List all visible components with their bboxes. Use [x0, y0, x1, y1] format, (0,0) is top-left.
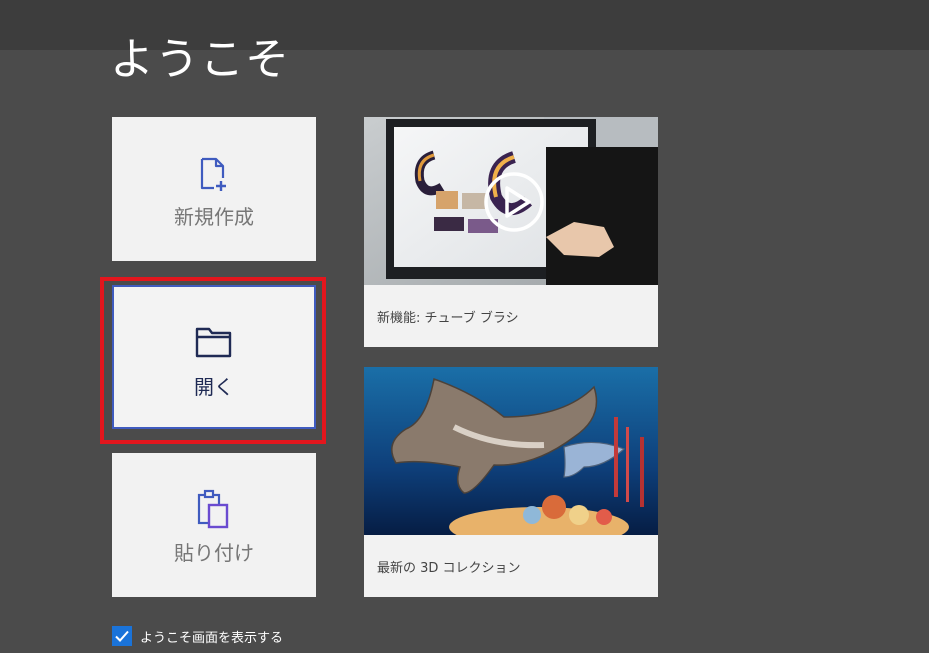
paste-label: 貼り付け [174, 541, 254, 565]
show-welcome-option[interactable]: ようこそ画面を表示する [112, 626, 283, 646]
folder-icon [114, 325, 314, 359]
new-label: 新規作成 [174, 205, 254, 229]
play-icon [486, 174, 542, 230]
3d-collection-caption: 最新の 3D コレクション [377, 561, 521, 576]
open-button[interactable]: 開く [112, 285, 316, 429]
3d-collection-thumbnail [364, 367, 658, 535]
new-button[interactable]: 新規作成 [112, 117, 316, 261]
new-file-icon [112, 157, 316, 193]
tube-brush-video-card[interactable]: 新機能: チューブ ブラシ [364, 117, 658, 347]
show-welcome-checkbox[interactable] [112, 626, 132, 646]
paste-button[interactable]: 貼り付け [112, 453, 316, 597]
tube-brush-thumbnail [364, 117, 658, 285]
open-label: 開く [194, 375, 234, 399]
paste-icon [112, 489, 316, 529]
page-title: ようこそ [110, 34, 290, 85]
tube-brush-caption: 新機能: チューブ ブラシ [377, 311, 519, 326]
show-welcome-label: ようこそ画面を表示する [140, 630, 284, 646]
checkmark-icon [115, 630, 129, 642]
3d-collection-card[interactable]: 最新の 3D コレクション [364, 367, 658, 597]
